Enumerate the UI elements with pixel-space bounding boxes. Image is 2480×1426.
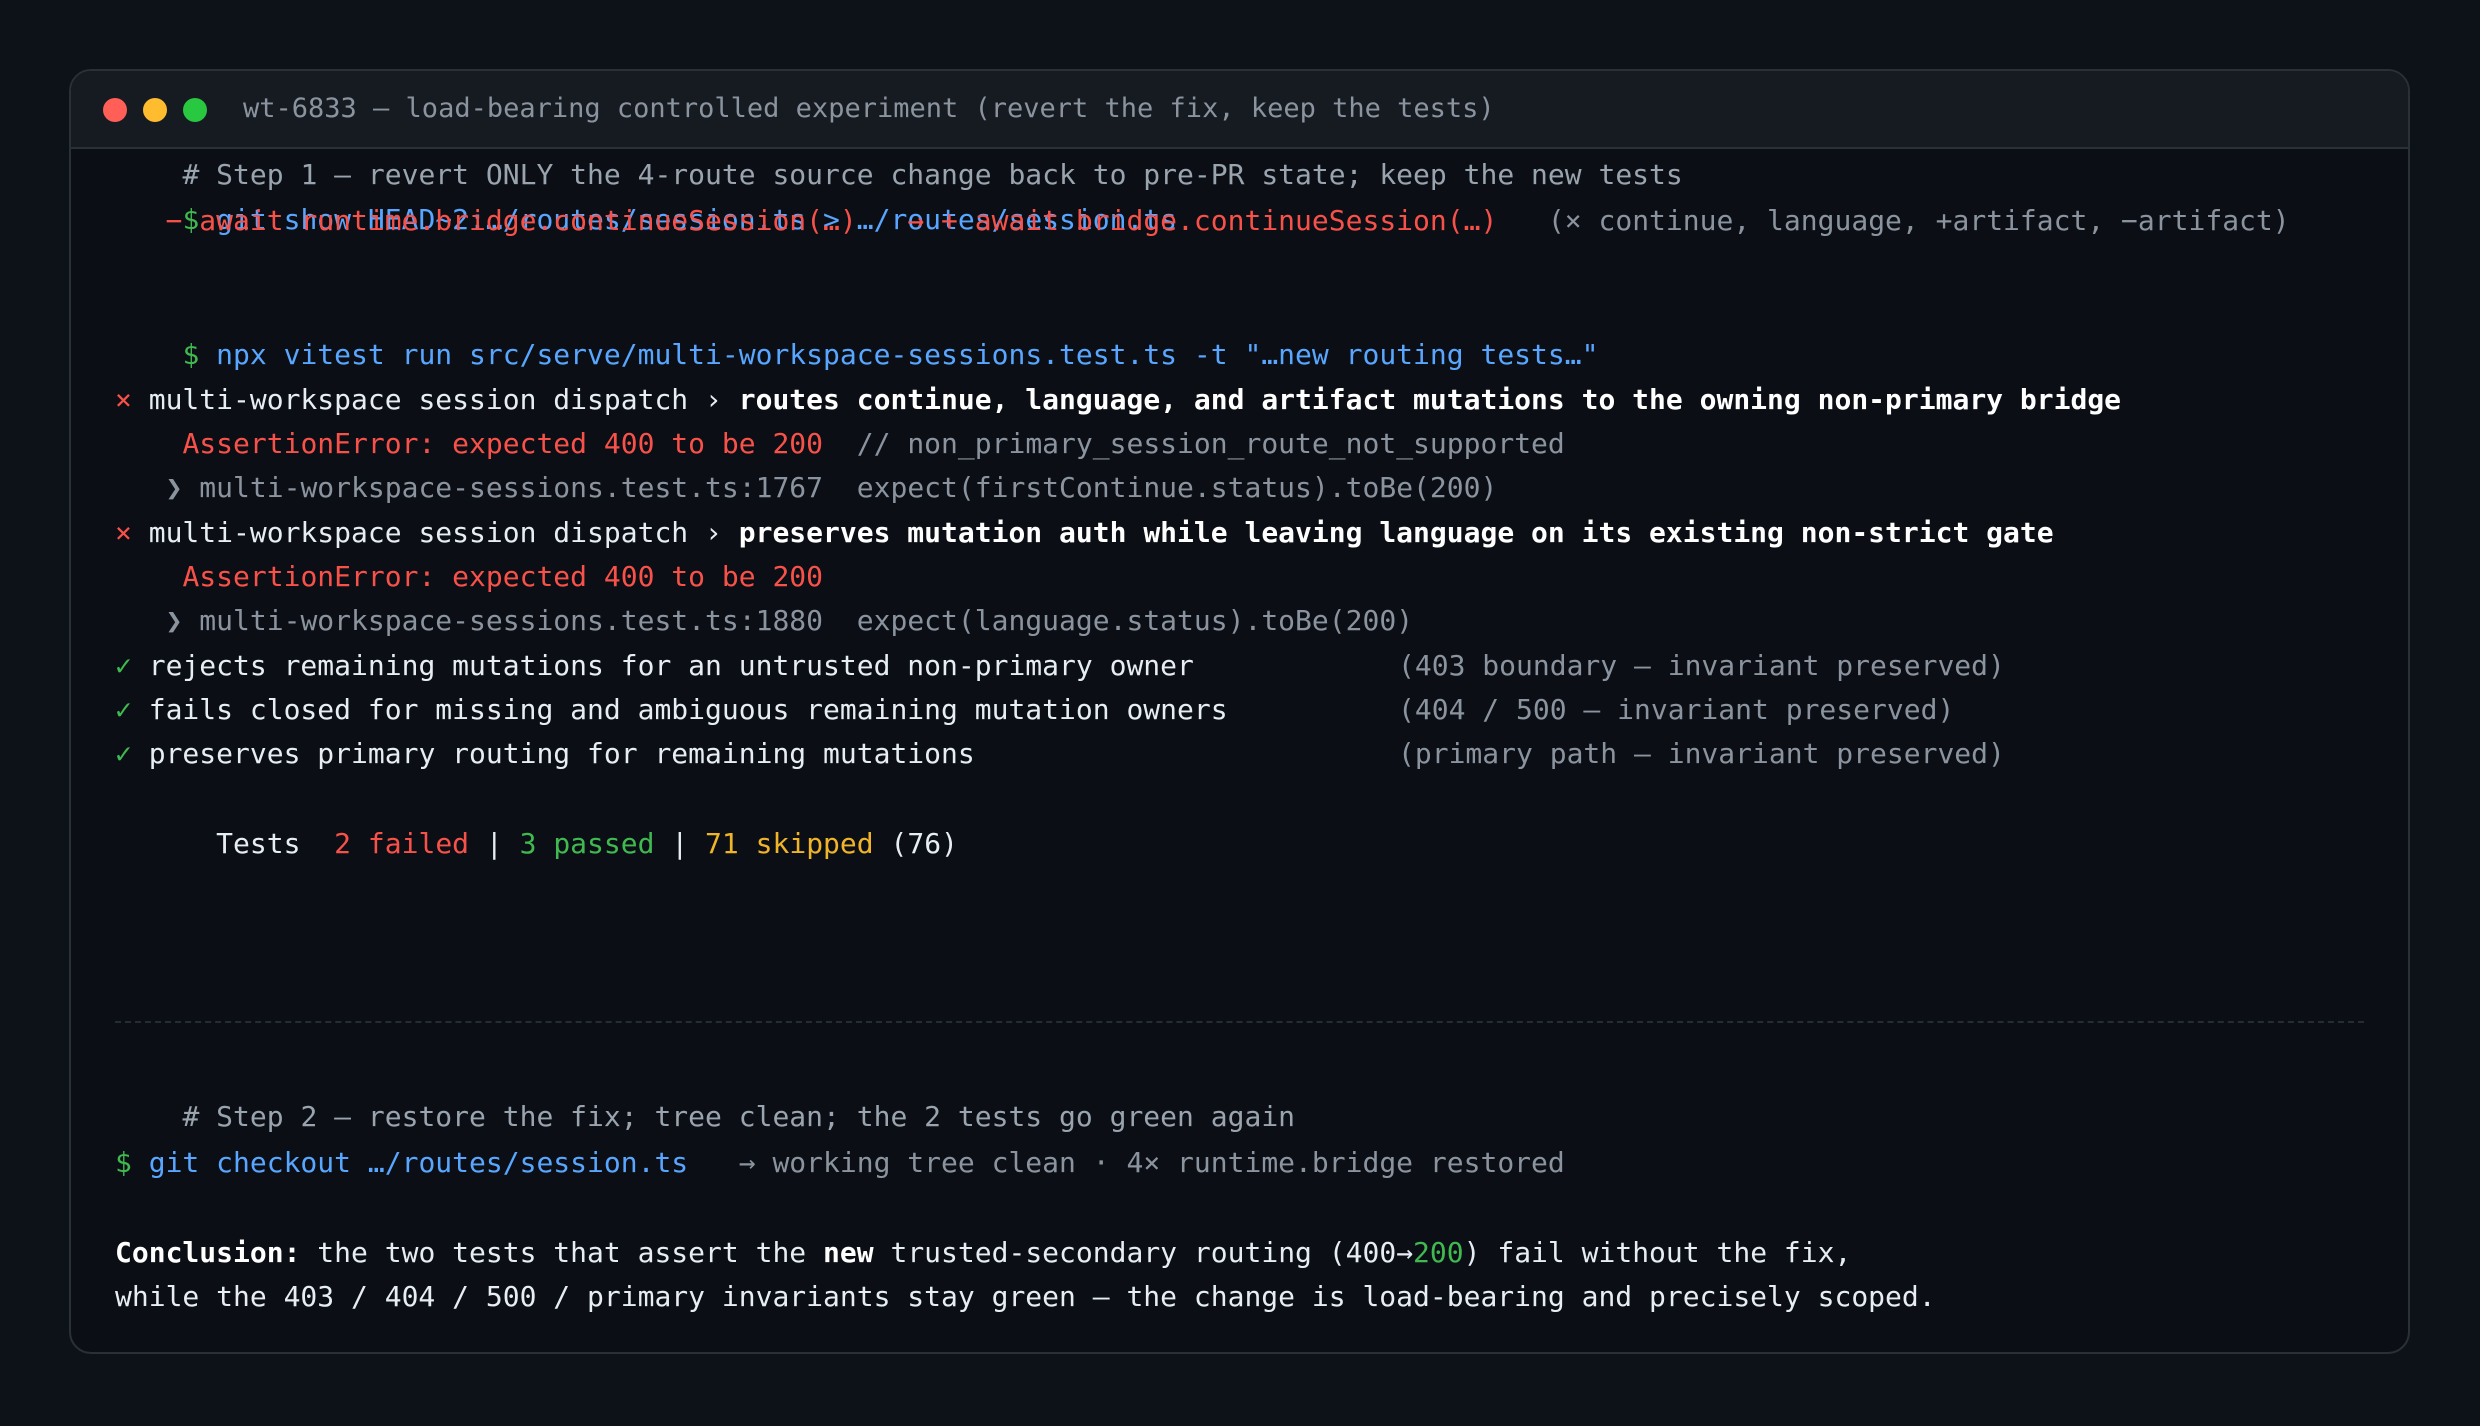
diff-added: → + await bridge.continueSession(…) — [907, 204, 1498, 237]
failed-count: 2 failed — [334, 827, 470, 860]
separator: | — [671, 827, 689, 860]
prompt: $ — [182, 338, 200, 371]
stack-trace: ❯ multi-workspace-sessions.test.ts:1767 … — [115, 466, 1498, 510]
passed-test-row: ✓ rejects remaining mutations for an unt… — [115, 644, 1194, 688]
prompt: $ — [115, 1146, 132, 1179]
command-text: git checkout …/routes/session.ts — [148, 1146, 689, 1179]
test-name: fails closed for missing and ambiguous r… — [148, 693, 1228, 726]
test-name: rejects remaining mutations for an untru… — [148, 649, 1194, 682]
check-mark-icon: ✓ — [115, 693, 132, 726]
check-mark-icon: ✓ — [115, 737, 132, 770]
diff-note: (× continue, language, +artifact, −artif… — [1547, 204, 2290, 237]
separator: | — [485, 827, 503, 860]
failed-test-row: × multi-workspace session dispatch › rou… — [115, 378, 2121, 422]
chevron-right-icon: ❯ — [165, 471, 183, 504]
assertion-error: AssertionError: expected 400 to be 200 /… — [115, 422, 1565, 466]
step1-comment: # Step 1 — revert ONLY the 4-route sourc… — [182, 158, 1683, 191]
failed-test-row: × multi-workspace session dispatch › pre… — [115, 511, 2054, 555]
git-checkout-command: $ git checkout …/routes/session.ts → wor… — [115, 1141, 1565, 1185]
terminal-window: wt-6833 — load-bearing controlled experi… — [69, 69, 2410, 1354]
section-divider — [115, 1021, 2364, 1023]
conclusion-line-2: while the 403 / 404 / 500 / primary inva… — [115, 1280, 1936, 1313]
test-note: (403 boundary — invariant preserved) — [1398, 649, 2005, 682]
vitest-command: $ npx vitest run src/serve/multi-workspa… — [115, 289, 1598, 371]
skipped-count: 71 skipped — [705, 827, 874, 860]
assertion-error: AssertionError: expected 400 to be 200 — [115, 555, 823, 599]
total-count: (76) — [890, 827, 958, 860]
trace-code: expect(language.status).toBe(200) — [856, 604, 1414, 637]
check-mark-icon: ✓ — [115, 649, 132, 682]
error-text: AssertionError: expected 400 to be 200 — [182, 427, 824, 460]
test-note: (404 / 500 — invariant preserved) — [1398, 693, 1955, 726]
summary-label: Tests — [216, 827, 301, 860]
git-show-command: $ git show HEAD~2:…/routes/session.ts > … — [115, 154, 1177, 236]
fail-mark-icon: × — [115, 383, 132, 416]
test-suite: multi-workspace session dispatch › — [148, 383, 722, 416]
diff-line: − await runtime.bridge.continueSession(…… — [115, 199, 2290, 243]
test-summary: Tests 2 failed | 3 passed | 71 skipped (… — [115, 822, 958, 866]
test-suite: multi-workspace session dispatch › — [148, 516, 722, 549]
trace-location: multi-workspace-sessions.test.ts:1880 — [199, 604, 824, 637]
passed-count: 3 passed — [519, 827, 655, 860]
test-name: preserves primary routing for remaining … — [148, 737, 975, 770]
chevron-right-icon: ❯ — [165, 604, 183, 637]
passed-test-row: ✓ fails closed for missing and ambiguous… — [115, 688, 1228, 732]
command-text: npx vitest run src/serve/multi-workspace… — [216, 338, 1599, 371]
fail-mark-icon: × — [115, 516, 132, 549]
step2-comment: # Step 2 — restore the fix; tree clean; … — [182, 1100, 1296, 1133]
stack-trace: ❯ multi-workspace-sessions.test.ts:1880 … — [115, 599, 1413, 643]
emphasis: new — [823, 1236, 874, 1269]
diff-removed: − await runtime.bridge.continueSession(…… — [165, 204, 857, 237]
passed-test-row: ✓ preserves primary routing for remainin… — [115, 732, 975, 776]
command-result: → working tree clean · 4× runtime.bridge… — [738, 1146, 1565, 1179]
test-name: preserves mutation auth while leaving la… — [738, 516, 2054, 549]
status-ok: 200 — [1413, 1236, 1464, 1269]
test-note: (primary path — invariant preserved) — [1398, 737, 2005, 770]
test-name: routes continue, language, and artifact … — [738, 383, 2122, 416]
trace-location: multi-workspace-sessions.test.ts:1767 — [199, 471, 824, 504]
trace-code: expect(firstContinue.status).toBe(200) — [856, 471, 1498, 504]
error-comment: // non_primary_session_route_not_support… — [856, 427, 1565, 460]
conclusion-label: Conclusion: — [115, 1236, 301, 1269]
conclusion-line-1: Conclusion: the two tests that assert th… — [115, 1236, 1852, 1269]
error-text: AssertionError: expected 400 to be 200 — [182, 560, 824, 593]
